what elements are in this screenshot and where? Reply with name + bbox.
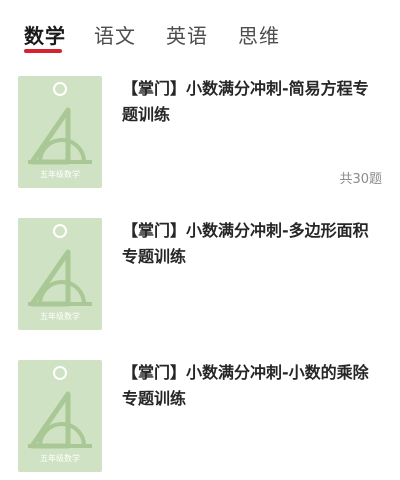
active-tab-indicator — [24, 49, 62, 53]
cover-caption: 五年级数学 — [40, 170, 80, 179]
course-cover: 五年级数学 — [18, 218, 102, 330]
cover-caption: 五年级数学 — [40, 454, 80, 463]
list-item[interactable]: 五年级数学 【掌门】小数满分冲刺-多边形面积专题训练 — [0, 218, 400, 338]
course-title[interactable]: 【掌门】小数满分冲刺-简易方程专题训练 — [122, 76, 384, 128]
question-count: 共30题 — [339, 172, 382, 187]
subject-tab-bar: 数学 语文 英语 思维 — [0, 0, 400, 64]
list-item[interactable]: 五年级数学 【掌门】小数满分冲刺-简易方程专题训练 共30题 — [0, 76, 400, 196]
course-title[interactable]: 【掌门】小数满分冲刺-多边形面积专题训练 — [122, 218, 384, 270]
tab-thinking[interactable]: 思维 — [238, 22, 280, 50]
list-item[interactable]: 五年级数学 【掌门】小数满分冲刺-小数的乘除专题训练 — [0, 360, 400, 480]
tab-chinese[interactable]: 语文 — [94, 22, 136, 50]
cover-caption: 五年级数学 — [40, 312, 80, 321]
tab-math[interactable]: 数学 — [24, 22, 66, 50]
course-cover: 五年级数学 — [18, 360, 102, 472]
course-title[interactable]: 【掌门】小数满分冲刺-小数的乘除专题训练 — [122, 360, 384, 412]
tab-english[interactable]: 英语 — [166, 22, 208, 50]
course-cover: 五年级数学 — [18, 76, 102, 188]
